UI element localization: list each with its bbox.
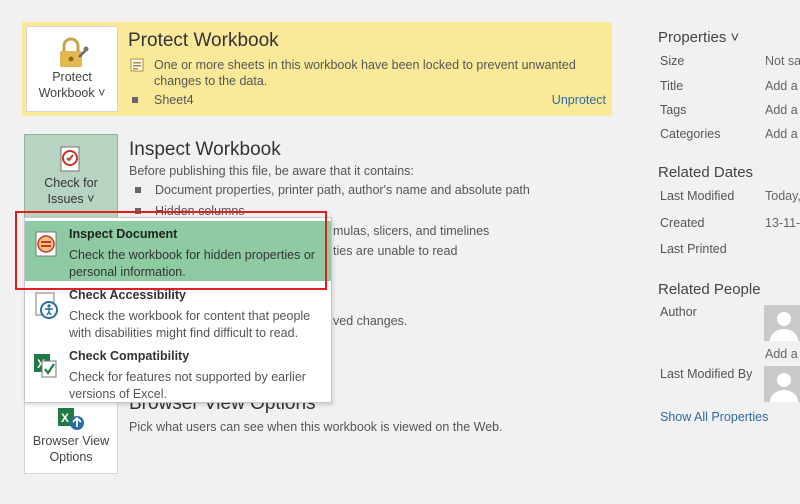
protect-button-label-2: Workbook ˅: [38, 86, 106, 100]
inspect-item: Document properties, printer path, autho…: [155, 183, 530, 197]
menu-item-description: Check for features not supported by earl…: [69, 370, 306, 401]
inspect-workbook-title: Inspect Workbook: [129, 139, 281, 160]
bullet: [135, 187, 141, 193]
browser-view-description: Pick what users can see when this workbo…: [129, 420, 503, 434]
property-value-size: Not sa: [765, 54, 800, 68]
property-value-tags[interactable]: Add a: [765, 103, 798, 117]
protect-workbook-title: Protect Workbook: [128, 30, 279, 51]
check-button-label-1: Check for: [44, 176, 98, 190]
menu-item-title: Check Compatibility: [69, 349, 190, 363]
protect-description: One or more sheets in this workbook have…: [154, 58, 576, 88]
last-modified-by-avatar: [764, 366, 800, 402]
menu-item-check-accessibility[interactable]: Check Accessibility Check the workbook f…: [25, 282, 331, 342]
compatibility-icon: X: [31, 351, 61, 381]
related-people-heading: Related People: [658, 281, 761, 298]
property-label-size: Size: [660, 54, 685, 68]
bullet: [132, 97, 138, 103]
protect-workbook-button[interactable]: Protect Workbook ˅: [26, 26, 118, 112]
date-value-created: 13-11-: [765, 216, 800, 230]
menu-item-description: Check the workbook for content that peop…: [69, 309, 311, 340]
svg-text:X: X: [61, 411, 69, 425]
highlight-annotation-box: [15, 211, 327, 290]
property-label-categories: Categories: [660, 127, 721, 141]
show-all-properties-link[interactable]: Show All Properties: [660, 410, 768, 424]
date-label-last-printed: Last Printed: [660, 242, 727, 256]
unprotect-link[interactable]: Unprotect: [552, 93, 606, 107]
property-value-title[interactable]: Add a: [765, 79, 798, 93]
protected-sheet-name: Sheet4: [154, 93, 194, 107]
browser-view-options-button[interactable]: X Browser View Options: [24, 396, 118, 474]
author-label: Author: [660, 305, 697, 319]
properties-heading[interactable]: Properties ˅: [658, 29, 739, 46]
accessibility-icon: [31, 290, 61, 320]
property-label-tags: Tags: [660, 103, 687, 117]
author-avatar: [764, 305, 800, 341]
protect-workbook-panel: Protect Workbook ˅ Protect Workbook One …: [22, 22, 612, 116]
browser-button-label-2: Options: [49, 450, 93, 464]
date-label-last-modified: Last Modified: [660, 189, 735, 203]
date-value-last-modified: Today,: [765, 189, 800, 203]
inspect-item: ved changes.: [333, 314, 408, 328]
date-label-created: Created: [660, 216, 705, 230]
last-modified-by-label: Last Modified By: [660, 367, 753, 381]
menu-item-title: Check Accessibility: [69, 288, 186, 302]
inspect-document-icon: [55, 145, 87, 175]
browser-button-label-1: Browser View: [32, 434, 110, 448]
menu-item-check-compatibility[interactable]: X Check Compatibility Check for features…: [25, 343, 331, 403]
check-button-label-2: Issues ˅: [47, 192, 95, 206]
inspect-item: ties are unable to read: [333, 244, 458, 258]
sheet-lock-icon: [130, 58, 144, 72]
check-for-issues-button[interactable]: Check for Issues ˅: [24, 134, 118, 218]
protect-button-label-1: Protect: [52, 70, 92, 84]
add-author-field[interactable]: Add a: [765, 347, 798, 361]
related-dates-heading: Related Dates: [658, 164, 754, 181]
property-value-categories[interactable]: Add a: [765, 127, 798, 141]
lock-icon: [55, 37, 89, 69]
inspect-intro-text: Before publishing this file, be aware th…: [129, 164, 414, 178]
property-label-title: Title: [660, 79, 684, 93]
excel-web-icon: X: [56, 405, 86, 433]
inspect-item: mulas, slicers, and timelines: [333, 224, 490, 238]
